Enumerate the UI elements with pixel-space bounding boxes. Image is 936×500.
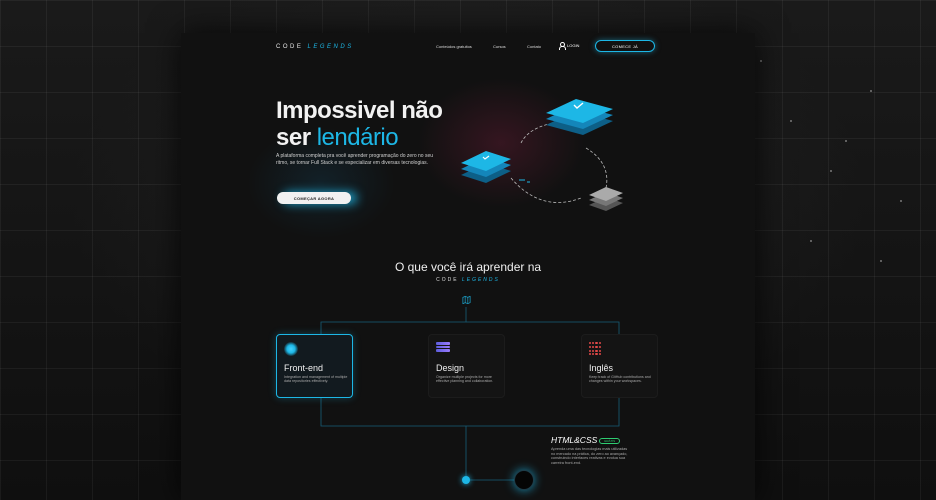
free-badge: GRÁTIS (599, 438, 621, 444)
roadmap-module-node[interactable] (514, 470, 534, 490)
card-description: Keep track of GitHub contributions and c… (589, 375, 651, 384)
layers-icon (436, 342, 450, 356)
module-title[interactable]: HTML&CSS (551, 435, 597, 445)
card-description: Integration and management of multiple d… (284, 375, 348, 384)
landing-page: CODE LEGENDS Conteúdos gratuitos Cursos … (181, 33, 755, 500)
card-description: Organize multiple projects for more effe… (436, 375, 494, 384)
card-title: Design (436, 363, 465, 373)
roadmap-node[interactable] (462, 476, 470, 484)
card-front-end[interactable]: Front-end Integration and management of … (276, 334, 353, 398)
roadmap-lines (320, 307, 620, 481)
card-ingles[interactable]: Inglês Keep track of GitHub contribution… (581, 334, 658, 398)
card-title: Inglês (589, 363, 614, 373)
dots-grid-icon (589, 342, 603, 356)
card-title: Front-end (284, 363, 324, 373)
card-design[interactable]: Design Organize multiple projects for mo… (428, 334, 505, 398)
module-description: Aprenda uma das tecnologias mais utiliza… (551, 447, 628, 465)
glow-dot-icon (284, 342, 298, 356)
